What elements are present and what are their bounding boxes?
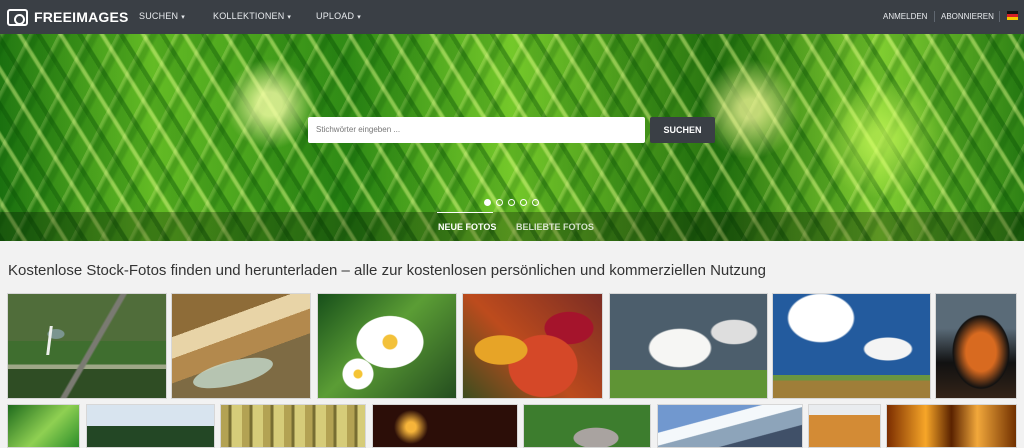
chevron-down-icon: ▾ xyxy=(287,14,292,21)
tab-new-photos[interactable]: NEUE FOTOS xyxy=(438,222,496,232)
slide-dot[interactable] xyxy=(496,199,503,206)
photo-tile[interactable] xyxy=(220,404,366,448)
chevron-down-icon: ▾ xyxy=(357,14,361,21)
tab-popular-photos[interactable]: BELIEBTE FOTOS xyxy=(516,222,594,232)
subscribe-link[interactable]: ABONNIEREN xyxy=(941,12,994,21)
photo-tile[interactable] xyxy=(171,293,311,399)
brand-name: FREEIMAGES xyxy=(34,9,129,25)
photo-tile[interactable] xyxy=(808,404,881,448)
german-flag-icon[interactable] xyxy=(1007,11,1018,20)
hero-banner: Stichwörter eingeben ... SUCHEN NEUE FOT… xyxy=(0,34,1024,241)
nav-search-label: SUCHEN xyxy=(139,11,179,21)
active-tab-underline xyxy=(437,212,493,213)
page-headline: Kostenlose Stock-Fotos finden und herunt… xyxy=(8,262,766,279)
login-link[interactable]: ANMELDEN xyxy=(883,12,927,21)
photo-tile[interactable] xyxy=(372,404,518,448)
photo-tile[interactable] xyxy=(657,404,803,448)
photo-tile[interactable] xyxy=(86,404,215,448)
photo-tile[interactable] xyxy=(772,293,931,399)
freeimages-logo[interactable]: FREEIMAGES xyxy=(7,7,129,27)
photo-tile[interactable] xyxy=(7,293,167,399)
slide-dot-active[interactable] xyxy=(484,199,491,206)
nav-search[interactable]: SUCHEN ▾ xyxy=(139,11,185,21)
photo-tile[interactable] xyxy=(317,293,457,399)
photo-tile[interactable] xyxy=(609,293,768,399)
search-button[interactable]: SUCHEN xyxy=(650,117,715,143)
camera-logo-icon xyxy=(7,8,28,26)
chevron-down-icon: ▾ xyxy=(181,14,185,21)
photo-tile[interactable] xyxy=(523,404,651,448)
top-navigation-bar: FREEIMAGES SUCHEN ▾ KOLLEKTIONEN ▾ UPLOAD ▾… xyxy=(0,0,1024,34)
nav-collections-label: KOLLEKTIONEN xyxy=(213,11,285,21)
photo-tile[interactable] xyxy=(7,404,80,448)
nav-upload[interactable]: UPLOAD ▾ xyxy=(316,11,361,21)
photo-tile[interactable] xyxy=(462,293,603,399)
header-separator xyxy=(934,11,935,22)
nav-upload-label: UPLOAD xyxy=(316,11,355,21)
slider-pagination xyxy=(484,199,539,206)
slide-dot[interactable] xyxy=(532,199,539,206)
photo-tile[interactable] xyxy=(935,293,1017,399)
search-input[interactable]: Stichwörter eingeben ... xyxy=(308,117,645,143)
slide-dot[interactable] xyxy=(508,199,515,206)
photo-tile[interactable] xyxy=(886,404,1017,448)
header-separator xyxy=(999,11,1000,22)
slide-dot[interactable] xyxy=(520,199,527,206)
photo-tabs-bar: NEUE FOTOS BELIEBTE FOTOS xyxy=(0,212,1024,241)
nav-collections[interactable]: KOLLEKTIONEN ▾ xyxy=(213,11,291,21)
